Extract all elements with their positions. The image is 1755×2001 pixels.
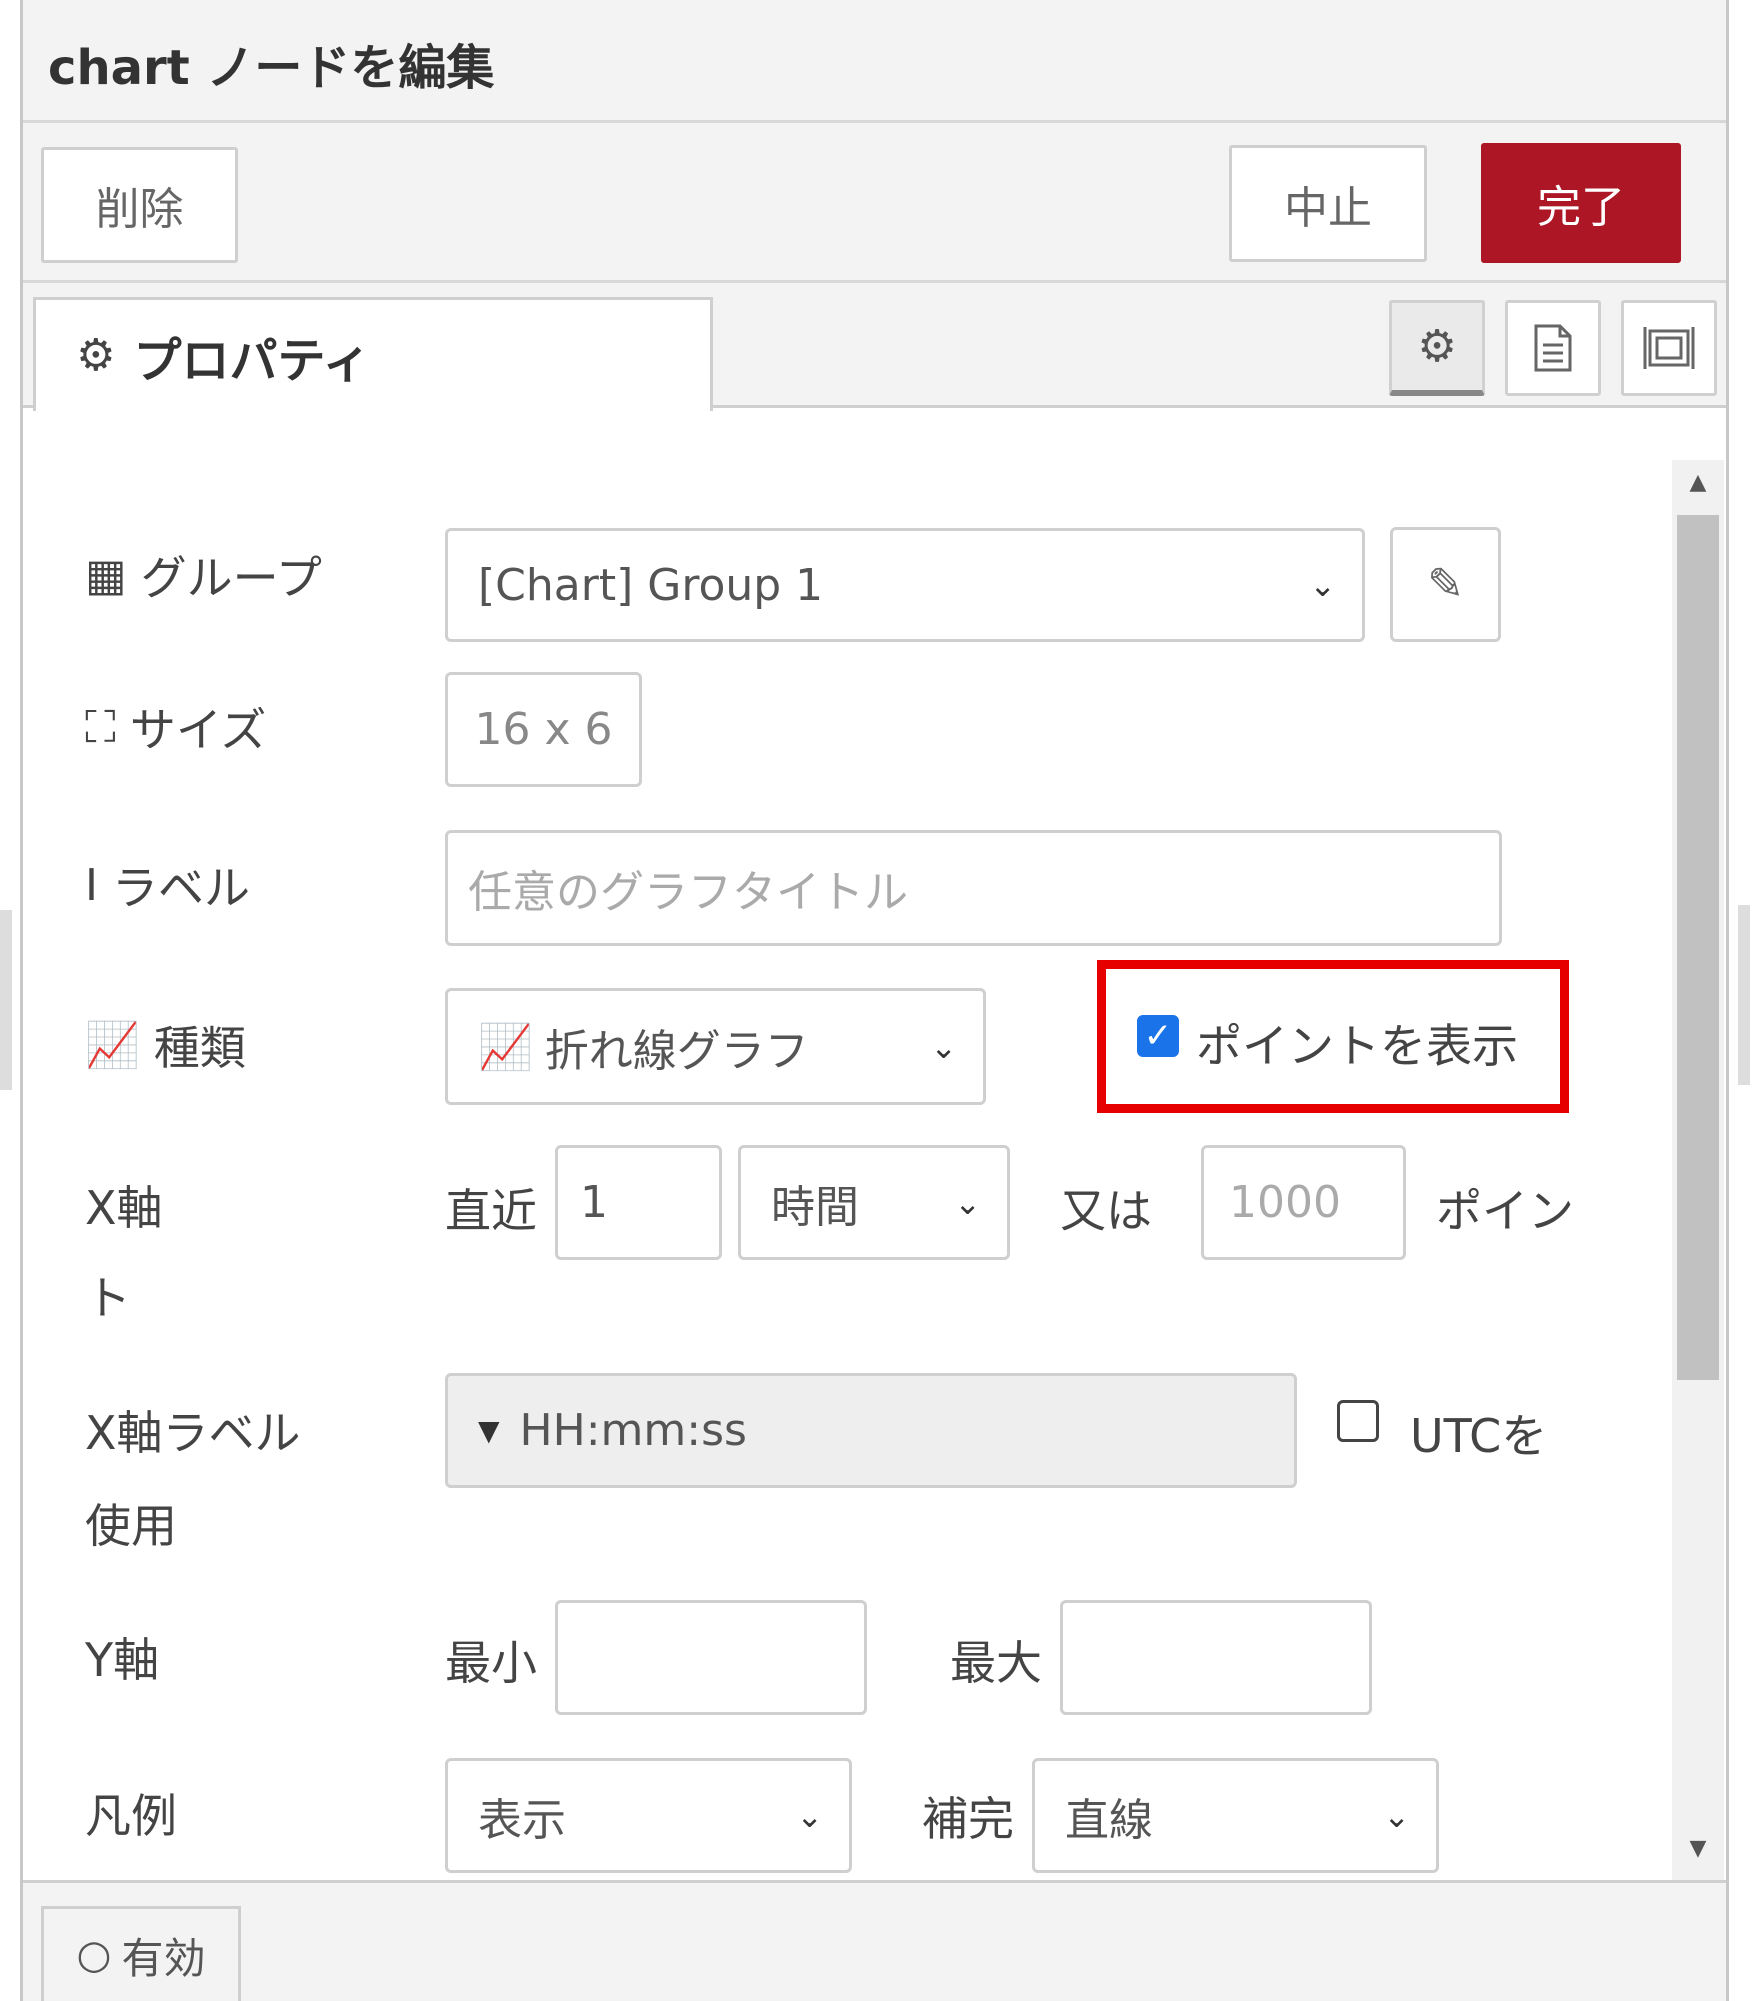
x-axis-last-input[interactable]: 1 <box>555 1145 722 1260</box>
done-button[interactable]: 完了 <box>1481 143 1681 263</box>
chart-type-value: 折れ線グラフ <box>544 1025 809 1077</box>
x-axis-unit-value: 時間 <box>771 1181 859 1233</box>
interpolate-select[interactable]: 直線 ⌄ <box>1032 1758 1439 1873</box>
x-axis-last-label: 直近 <box>445 1184 537 1238</box>
chart-label-placeholder: 任意のグラフタイトル <box>468 867 908 918</box>
line-chart-icon: 📈 <box>478 1021 533 1073</box>
interpolate-label: 補完 <box>922 1792 1014 1846</box>
utc-checkbox[interactable] <box>1337 1400 1379 1442</box>
checkmark-icon: ✓ <box>1143 1016 1173 1056</box>
pencil-icon: ✎ <box>1427 559 1464 610</box>
dialog-title: chart ノードを編集 <box>48 40 495 96</box>
legend-label: 凡例 <box>85 1789 177 1843</box>
enable-toggle-button[interactable]: ○ 有効 <box>41 1906 241 2001</box>
size-label: ⛶ サイズ <box>85 701 267 758</box>
chart-label-input[interactable]: 任意のグラフタイトル <box>445 830 1502 946</box>
x-axis-points-label: ポイン <box>1436 1184 1574 1238</box>
scroll-up-arrow-icon[interactable]: ▲ <box>1672 470 1724 495</box>
enable-toggle-label: 有効 <box>121 1933 206 1983</box>
tab-properties[interactable]: ⚙ プロパティ <box>33 297 713 411</box>
dialog-toolbar <box>23 123 1726 283</box>
table-icon: ▦ <box>85 549 127 601</box>
x-axis-format-value: HH:mm:ss <box>519 1405 747 1456</box>
x-axis-format-label-wrap: 使用 <box>85 1499 177 1553</box>
chevron-down-icon: ⌄ <box>954 1183 981 1222</box>
legend-select[interactable]: 表示 ⌄ <box>445 1758 852 1873</box>
node-description-tab-button[interactable] <box>1505 300 1601 396</box>
tab-properties-label: プロパティ <box>133 332 371 389</box>
y-axis-min-label: 最小 <box>445 1636 537 1690</box>
group-label: ▦ グループ <box>85 549 322 606</box>
chevron-down-icon: ⌄ <box>930 1027 957 1066</box>
show-points-label: ポイントを表示 <box>1196 1019 1518 1073</box>
x-axis-format-label: X軸ラベル <box>85 1406 301 1460</box>
chevron-down-icon: ⌄ <box>1309 566 1336 604</box>
x-axis-or-label: 又は <box>1060 1184 1152 1238</box>
group-select[interactable]: [Chart] Group 1 ⌄ <box>445 528 1365 642</box>
y-axis-max-input[interactable] <box>1060 1600 1372 1715</box>
gear-icon: ⚙ <box>1417 321 1457 372</box>
gear-icon: ⚙ <box>76 330 116 381</box>
size-icon: ⛶ <box>85 701 116 753</box>
line-chart-icon: 📈 <box>85 1020 140 1071</box>
x-axis-points-input[interactable]: 1000 <box>1201 1145 1406 1260</box>
description-icon <box>1534 324 1572 372</box>
chart-type-select[interactable]: 📈 折れ線グラフ ⌄ <box>445 988 986 1105</box>
show-points-checkbox[interactable]: ✓ <box>1137 1015 1179 1057</box>
scrollbar-thumb[interactable] <box>1677 515 1719 1380</box>
caret-down-icon: ▼ <box>478 1414 500 1447</box>
type-label: 📈 種類 <box>85 1020 246 1075</box>
appearance-icon <box>1643 327 1695 369</box>
y-axis-label: Y軸 <box>85 1633 160 1687</box>
circle-icon: ○ <box>76 1932 112 1978</box>
node-properties-tab-button[interactable]: ⚙ <box>1389 300 1485 396</box>
x-axis-unit-select[interactable]: 時間 ⌄ <box>738 1145 1010 1260</box>
size-button[interactable]: 16 x 6 <box>445 672 642 787</box>
group-select-value: [Chart] Group 1 <box>478 559 824 611</box>
y-axis-min-input[interactable] <box>555 1600 867 1715</box>
chart-label-label: Ⅰ ラベル <box>85 859 250 916</box>
left-resize-handle[interactable] <box>0 910 12 1090</box>
x-axis-label: X軸 <box>85 1181 163 1235</box>
chevron-down-icon: ⌄ <box>796 1796 823 1835</box>
dialog-footer <box>23 1880 1726 2001</box>
x-axis-label-wrap: ト <box>85 1271 131 1325</box>
x-axis-points-placeholder: 1000 <box>1229 1177 1341 1228</box>
scroll-down-arrow-icon[interactable]: ▼ <box>1672 1836 1724 1861</box>
cancel-button[interactable]: 中止 <box>1229 145 1427 262</box>
legend-value: 表示 <box>478 1794 566 1846</box>
text-cursor-icon: Ⅰ <box>85 859 98 911</box>
chevron-down-icon: ⌄ <box>1383 1796 1410 1835</box>
delete-button[interactable]: 削除 <box>41 147 238 263</box>
right-resize-handle[interactable] <box>1738 905 1750 1085</box>
node-appearance-tab-button[interactable] <box>1621 300 1717 396</box>
edit-group-button[interactable]: ✎ <box>1390 527 1501 642</box>
y-axis-max-label: 最大 <box>950 1636 1042 1690</box>
utc-label: UTCを <box>1410 1409 1548 1463</box>
interpolate-value: 直線 <box>1065 1794 1153 1846</box>
x-axis-format-typed-input[interactable]: ▼ HH:mm:ss <box>445 1373 1297 1488</box>
